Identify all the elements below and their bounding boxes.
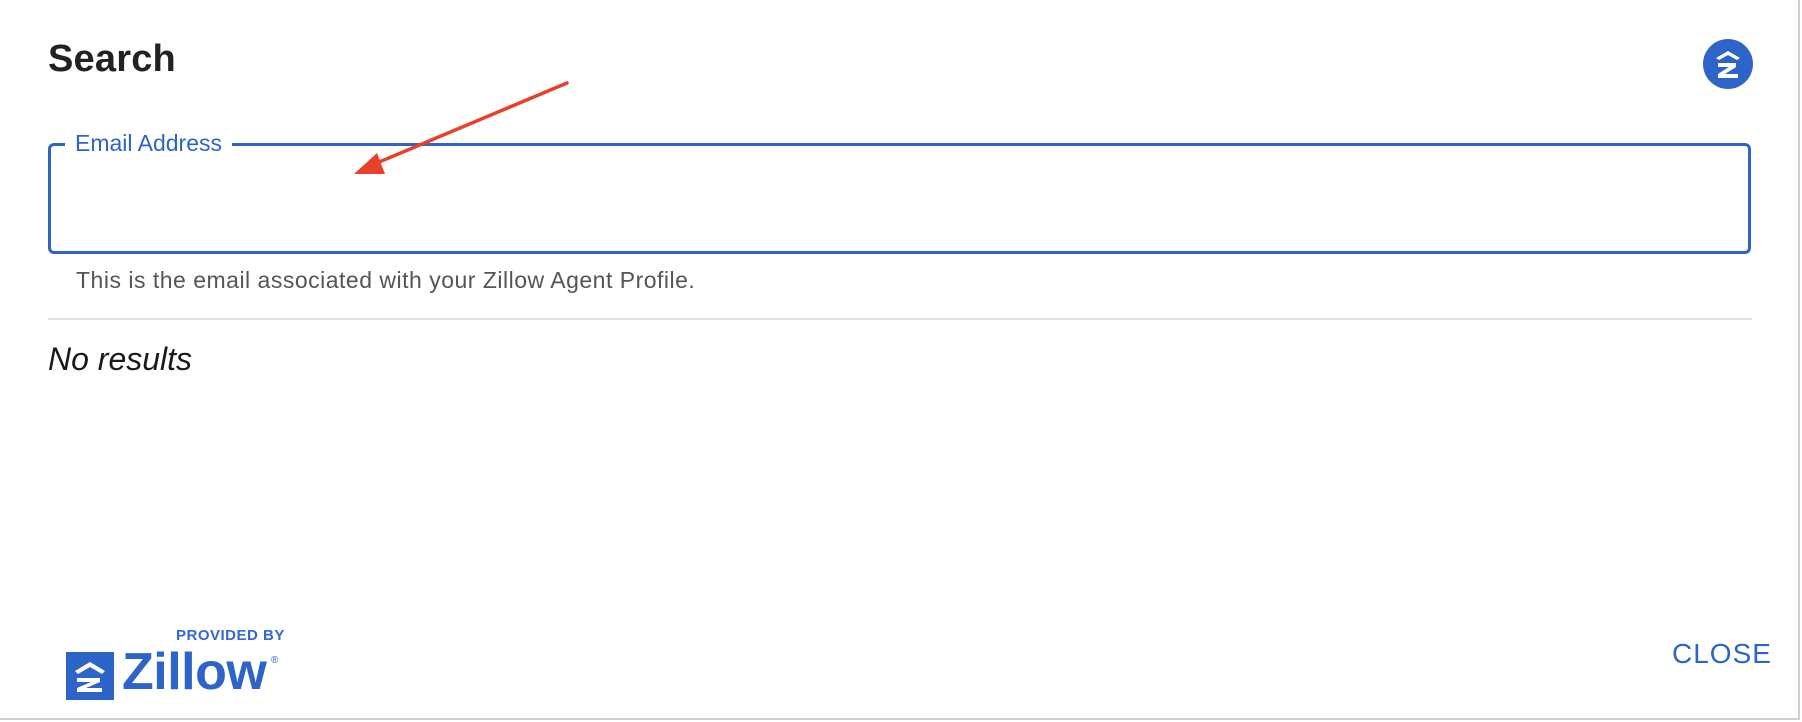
email-input[interactable] [51,146,1748,251]
red-arrow-icon [354,81,569,174]
zillow-mark-icon [66,652,114,700]
divider [48,318,1752,320]
provided-by-zillow-logo: PROVIDED BY Zillow ® [64,627,294,707]
email-field[interactable]: Email Address [48,128,1751,254]
search-dialog: Search Email Address This is the email a… [0,0,1800,720]
zillow-wordmark: Zillow [122,643,267,701]
zillow-logo-icon [1703,39,1753,89]
dialog-title: Search [48,38,176,80]
no-results-message: No results [48,341,193,377]
email-field-label: Email Address [65,128,233,158]
registered-mark: ® [271,655,279,666]
email-helper-text: This is the email associated with your Z… [76,267,696,293]
close-button[interactable]: CLOSE [1672,638,1772,670]
